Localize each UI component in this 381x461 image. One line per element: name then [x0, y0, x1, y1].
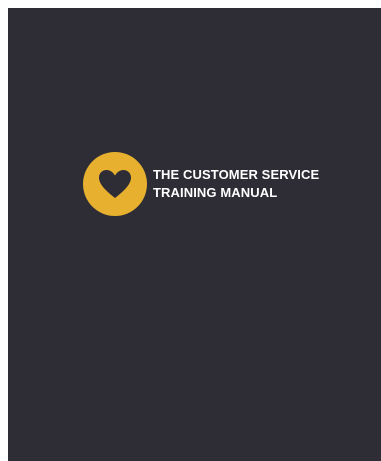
title-line-1: THE CUSTOMER SERVICE: [153, 167, 320, 182]
manual-cover: THE CUSTOMER SERVICE TRAINING MANUAL: [8, 8, 381, 461]
logo-badge: [83, 152, 147, 216]
manual-title: THE CUSTOMER SERVICE TRAINING MANUAL: [153, 166, 381, 202]
heart-icon: [99, 170, 131, 198]
title-line-2: TRAINING MANUAL: [153, 185, 278, 200]
page-frame: THE CUSTOMER SERVICE TRAINING MANUAL: [0, 0, 381, 461]
